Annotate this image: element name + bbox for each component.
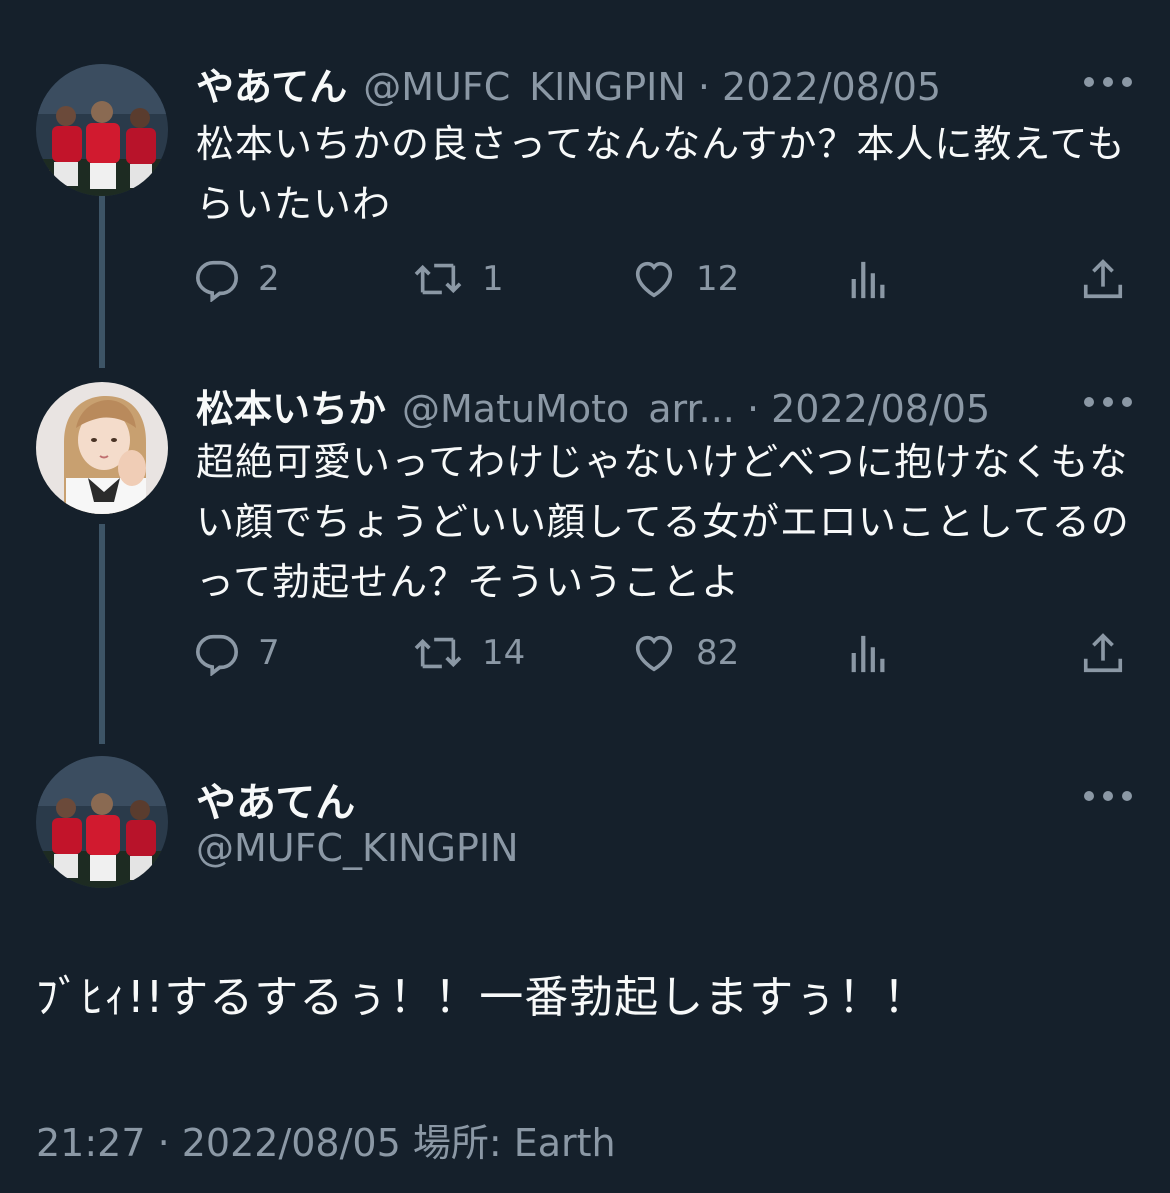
tweet-text: 超絶可愛いってわけじゃないけどべつに抱けなくもない顔でちょうどいい顔してる女がエ… (196, 440, 1130, 604)
share-button[interactable] (1080, 628, 1144, 678)
handle-and-date[interactable]: @MUFC_KINGPIN · 2022/08/05 (363, 65, 941, 106)
football-team-photo (36, 756, 168, 888)
retweet-icon (414, 263, 462, 295)
avatar[interactable] (36, 382, 168, 514)
reply-button[interactable]: 7 (194, 628, 280, 678)
display-name[interactable]: やあてん (196, 770, 355, 828)
tweet-header: やあてん @MUFC_KINGPIN · 2022/08/05 (196, 56, 1040, 106)
reply-count: 7 (258, 633, 280, 673)
reply-count: 2 (258, 259, 280, 299)
analytics-icon (851, 635, 885, 673)
user-handle[interactable]: @MUFC_KINGPIN (196, 826, 519, 870)
like-count: 12 (696, 259, 740, 299)
share-icon (1083, 259, 1123, 299)
avatar[interactable] (36, 64, 168, 196)
tweet[interactable]: やあてん @MUFC_KINGPIN · 2022/08/05 松本いちかの良さ… (0, 0, 1170, 360)
more-icon[interactable] (1084, 392, 1132, 412)
retweet-button[interactable]: 14 (412, 628, 525, 678)
like-button[interactable]: 12 (630, 254, 739, 304)
retweet-icon (414, 637, 462, 669)
like-count: 82 (696, 633, 740, 673)
football-team-photo (36, 64, 168, 196)
display-name[interactable]: やあてん (196, 56, 347, 106)
tweet-actions: 7 14 82 (194, 628, 1134, 678)
avatar[interactable] (36, 756, 168, 888)
views-button[interactable] (848, 254, 908, 304)
share-button[interactable] (1080, 254, 1144, 304)
like-button[interactable]: 82 (630, 628, 739, 678)
display-name[interactable]: 松本いちか (196, 378, 386, 428)
retweet-count: 14 (482, 633, 526, 673)
woman-portrait-photo (36, 382, 168, 514)
main-tweet[interactable]: やあてん @MUFC_KINGPIN ﾌﾞﾋｨ!!するするぅ！！一番勃起しますぅ… (0, 740, 1170, 1193)
retweet-count: 1 (482, 259, 504, 299)
heart-icon (635, 635, 673, 672)
more-icon[interactable] (1084, 72, 1132, 92)
tweet[interactable]: 松本いちか @MatuMoto_arr... · 2022/08/05 超絶可愛… (0, 360, 1170, 720)
tweet-text: ﾌﾞﾋｨ!!するするぅ！！一番勃起しますぅ！！ (36, 972, 928, 1023)
reply-icon (196, 260, 238, 302)
heart-icon (635, 261, 673, 298)
reply-button[interactable]: 2 (194, 254, 280, 304)
tweet-timestamp-location[interactable]: 21:27 · 2022/08/05 場所: Earth (36, 1112, 616, 1167)
reply-icon (196, 634, 238, 676)
retweet-button[interactable]: 1 (412, 254, 504, 304)
tweet-text: 松本いちかの良さってなんなんすか？本人に教えてもらいたいわ (196, 122, 1126, 226)
analytics-icon (851, 261, 885, 299)
tweet-header: 松本いちか @MatuMoto_arr... · 2022/08/05 (196, 378, 1040, 428)
more-icon[interactable] (1084, 786, 1132, 806)
views-button[interactable] (848, 628, 908, 678)
share-icon (1083, 633, 1123, 673)
handle-and-date[interactable]: @MatuMoto_arr... · 2022/08/05 (402, 387, 990, 428)
tweet-actions: 2 1 12 (194, 254, 1134, 304)
